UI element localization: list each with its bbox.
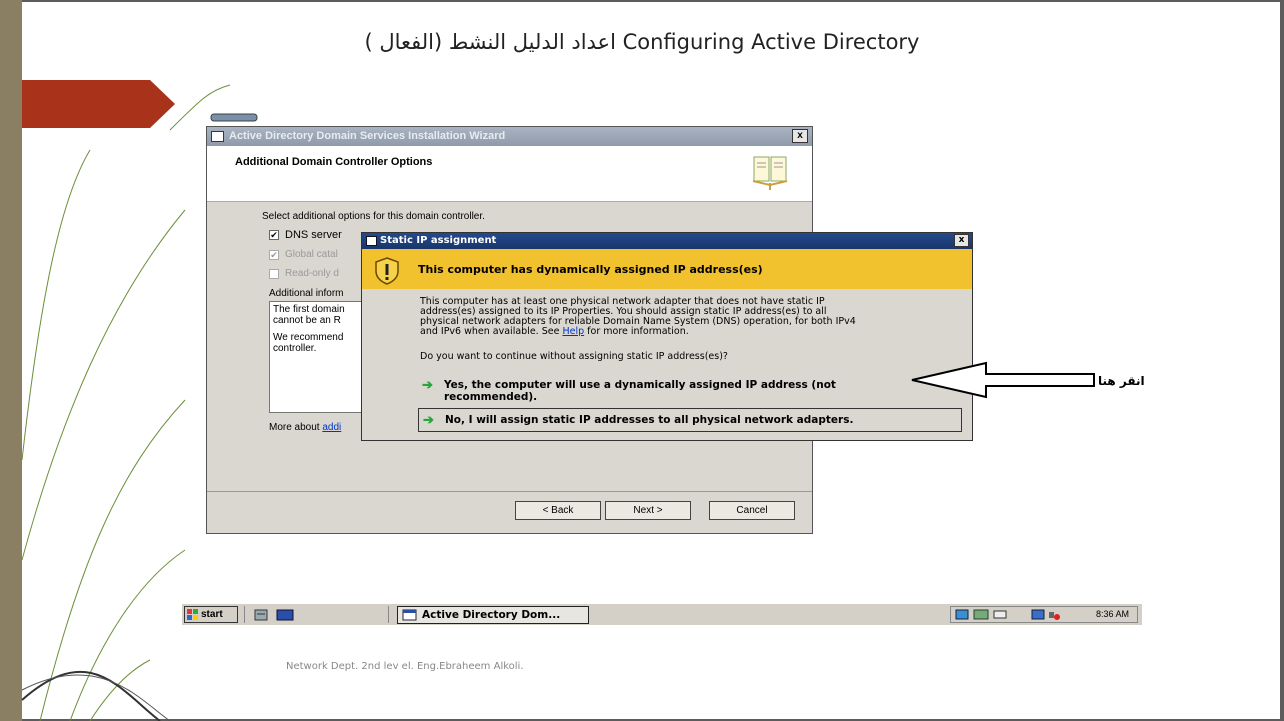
- footer-divider: [207, 491, 812, 492]
- dialog-warning-banner: This computer has dynamically assigned I…: [362, 249, 972, 289]
- wizard-title: Active Directory Domain Services Install…: [229, 130, 506, 142]
- wizard-header: Additional Domain Controller Options: [207, 146, 812, 202]
- command-prompt-icon[interactable]: [276, 608, 294, 622]
- book-icon: [752, 156, 788, 190]
- dialog-body-text: and IPv6 when available. See: [420, 326, 560, 337]
- info-label: Additional inform: [269, 288, 344, 299]
- window-icon: [402, 609, 417, 621]
- checkbox-global-catalog[interactable]: ✔: [269, 250, 279, 260]
- option-no-static[interactable]: ➔ No, I will assign static IP addresses …: [418, 408, 962, 432]
- wizard-close-button[interactable]: x: [792, 129, 808, 143]
- clock[interactable]: 8:36 AM: [1096, 609, 1129, 619]
- back-button[interactable]: < Back: [515, 501, 601, 520]
- server-manager-icon[interactable]: [254, 608, 270, 622]
- info-line: controller.: [273, 343, 317, 354]
- start-button[interactable]: start: [184, 606, 238, 623]
- dialog-body-line: and IPv6 when available. See Help for mo…: [420, 327, 950, 337]
- info-line: cannot be an R: [273, 315, 341, 326]
- option-dns-label: DNS server: [285, 229, 342, 241]
- checkbox-read-only[interactable]: [269, 269, 279, 279]
- option-no-label: No, I will assign static IP addresses to…: [445, 414, 854, 426]
- network-icon[interactable]: [1031, 609, 1045, 620]
- wizard-title-bar[interactable]: Active Directory Domain Services Install…: [207, 127, 812, 146]
- help-link[interactable]: Help: [562, 326, 584, 337]
- tray-icon-1[interactable]: [955, 609, 969, 620]
- checkbox-dns[interactable]: ✔: [269, 230, 279, 240]
- annotation-label: انقر هنا: [1098, 374, 1145, 388]
- info-textbox[interactable]: The first domain cannot be an R We recom…: [269, 301, 365, 413]
- taskbar-item-label: Active Directory Dom...: [422, 609, 561, 621]
- window-icon: [211, 131, 224, 142]
- taskbar-separator: [244, 606, 245, 623]
- wizard-prompt: Select additional options for this domai…: [262, 211, 485, 222]
- accent-arrow-shape: [22, 80, 175, 128]
- dialog-close-button[interactable]: x: [954, 234, 969, 247]
- next-button[interactable]: Next >: [605, 501, 691, 520]
- taskbar-separator: [388, 606, 389, 623]
- more-about-text: More about addi: [269, 422, 341, 433]
- green-arrow-icon: ➔: [423, 412, 434, 427]
- option-read-only-label: Read-only d: [285, 268, 339, 279]
- option-global-catalog-label: Global catal: [285, 249, 338, 260]
- wizard-heading: Additional Domain Controller Options: [235, 156, 433, 168]
- taskbar: start Active Directory Dom... 8:36 AM: [182, 603, 1142, 625]
- taskbar-item-ad-wizard[interactable]: Active Directory Dom...: [397, 606, 589, 624]
- dialog-body: This computer has at least one physical …: [420, 297, 950, 337]
- dialog-body-text: for more information.: [587, 326, 689, 337]
- cancel-button[interactable]: Cancel: [709, 501, 795, 520]
- dialog-heading: This computer has dynamically assigned I…: [418, 263, 763, 276]
- server-icon: [210, 113, 258, 122]
- start-label: start: [201, 609, 223, 620]
- keyboard-icon[interactable]: [993, 609, 1007, 620]
- window-icon: [366, 236, 377, 246]
- static-ip-dialog: Static IP assignment x This computer has…: [361, 232, 973, 441]
- tray-icon-2[interactable]: [973, 609, 989, 620]
- more-about-label: More about: [269, 422, 320, 433]
- more-about-link[interactable]: addi: [322, 422, 341, 433]
- green-arrow-icon: ➔: [422, 377, 433, 392]
- system-tray: 8:36 AM: [950, 606, 1138, 623]
- dialog-title: Static IP assignment: [380, 235, 497, 246]
- option-yes-label: Yes, the computer will use a dynamically…: [444, 379, 836, 391]
- info-line: We recommend: [273, 332, 344, 343]
- windows-logo-icon: [187, 609, 198, 620]
- slide-title: اعداد الدليل النشط (الفعال ) Configuring…: [364, 30, 920, 54]
- dialog-question: Do you want to continue without assignin…: [420, 351, 728, 362]
- volume-muted-icon[interactable]: [1048, 609, 1062, 621]
- option-yes-label-2: recommended).: [444, 391, 538, 403]
- annotation-arrow-icon: [911, 361, 1095, 399]
- slide-border-right: [1280, 0, 1284, 721]
- info-line: The first domain: [273, 304, 345, 315]
- warning-shield-icon: [375, 257, 399, 285]
- slide-footer: Network Dept. 2nd lev el. Eng.Ebraheem A…: [286, 661, 524, 672]
- dialog-title-bar[interactable]: Static IP assignment x: [362, 233, 972, 249]
